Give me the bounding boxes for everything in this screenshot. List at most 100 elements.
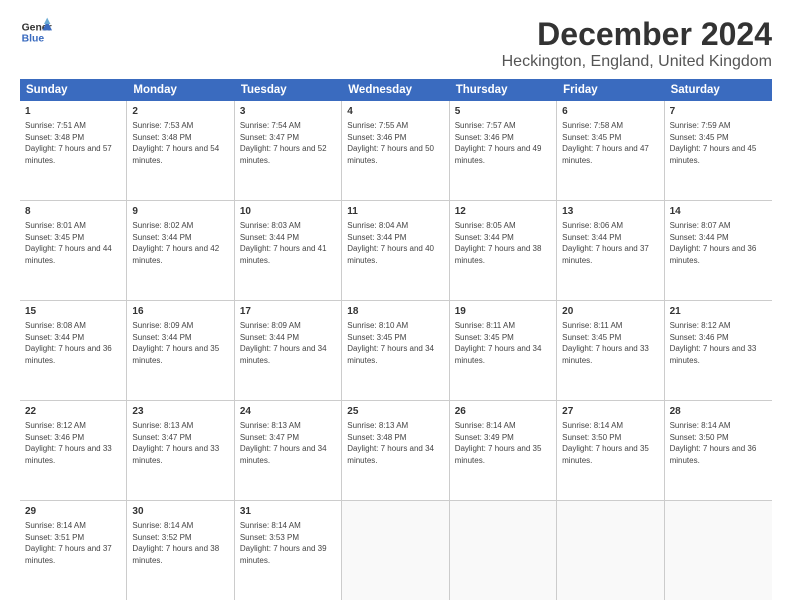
day-number: 28 [670,405,767,419]
day-number: 18 [347,305,443,319]
day-number: 16 [132,305,228,319]
cal-cell: 2Sunrise: 7:53 AMSunset: 3:48 PMDaylight… [127,101,234,200]
cal-cell: 24Sunrise: 8:13 AMSunset: 3:47 PMDayligh… [235,401,342,500]
day-info: Sunrise: 8:06 AMSunset: 3:44 PMDaylight:… [562,220,658,266]
cal-cell [342,501,449,600]
day-info: Sunrise: 7:59 AMSunset: 3:45 PMDaylight:… [670,120,767,166]
cal-cell: 12Sunrise: 8:05 AMSunset: 3:44 PMDayligh… [450,201,557,300]
day-number: 27 [562,405,658,419]
day-info: Sunrise: 8:14 AMSunset: 3:49 PMDaylight:… [455,420,551,466]
cal-header-day: Thursday [450,79,557,101]
day-number: 14 [670,205,767,219]
day-info: Sunrise: 8:14 AMSunset: 3:50 PMDaylight:… [670,420,767,466]
day-info: Sunrise: 7:55 AMSunset: 3:46 PMDaylight:… [347,120,443,166]
cal-cell: 29Sunrise: 8:14 AMSunset: 3:51 PMDayligh… [20,501,127,600]
day-number: 12 [455,205,551,219]
day-number: 5 [455,105,551,119]
day-number: 21 [670,305,767,319]
day-info: Sunrise: 8:14 AMSunset: 3:52 PMDaylight:… [132,520,228,566]
cal-cell: 14Sunrise: 8:07 AMSunset: 3:44 PMDayligh… [665,201,772,300]
day-number: 29 [25,505,121,519]
cal-header-day: Wednesday [342,79,449,101]
cal-cell [665,501,772,600]
day-number: 4 [347,105,443,119]
cal-header-day: Friday [557,79,664,101]
cal-cell: 15Sunrise: 8:08 AMSunset: 3:44 PMDayligh… [20,301,127,400]
cal-cell: 26Sunrise: 8:14 AMSunset: 3:49 PMDayligh… [450,401,557,500]
day-number: 1 [25,105,121,119]
logo: General Blue [20,16,52,48]
day-number: 30 [132,505,228,519]
day-number: 22 [25,405,121,419]
day-info: Sunrise: 8:05 AMSunset: 3:44 PMDaylight:… [455,220,551,266]
day-number: 3 [240,105,336,119]
calendar: SundayMondayTuesdayWednesdayThursdayFrid… [20,79,772,600]
cal-cell: 11Sunrise: 8:04 AMSunset: 3:44 PMDayligh… [342,201,449,300]
cal-cell: 28Sunrise: 8:14 AMSunset: 3:50 PMDayligh… [665,401,772,500]
day-number: 9 [132,205,228,219]
cal-cell: 22Sunrise: 8:12 AMSunset: 3:46 PMDayligh… [20,401,127,500]
day-info: Sunrise: 7:53 AMSunset: 3:48 PMDaylight:… [132,120,228,166]
cal-cell: 19Sunrise: 8:11 AMSunset: 3:45 PMDayligh… [450,301,557,400]
day-number: 11 [347,205,443,219]
cal-cell: 21Sunrise: 8:12 AMSunset: 3:46 PMDayligh… [665,301,772,400]
cal-cell: 25Sunrise: 8:13 AMSunset: 3:48 PMDayligh… [342,401,449,500]
cal-cell: 31Sunrise: 8:14 AMSunset: 3:53 PMDayligh… [235,501,342,600]
cal-cell: 18Sunrise: 8:10 AMSunset: 3:45 PMDayligh… [342,301,449,400]
svg-text:Blue: Blue [22,34,45,45]
day-info: Sunrise: 8:04 AMSunset: 3:44 PMDaylight:… [347,220,443,266]
cal-header-day: Tuesday [235,79,342,101]
cal-cell: 16Sunrise: 8:09 AMSunset: 3:44 PMDayligh… [127,301,234,400]
day-info: Sunrise: 8:13 AMSunset: 3:47 PMDaylight:… [132,420,228,466]
cal-week-row: 8Sunrise: 8:01 AMSunset: 3:45 PMDaylight… [20,201,772,301]
day-info: Sunrise: 8:07 AMSunset: 3:44 PMDaylight:… [670,220,767,266]
day-info: Sunrise: 8:08 AMSunset: 3:44 PMDaylight:… [25,320,121,366]
day-number: 2 [132,105,228,119]
cal-cell: 30Sunrise: 8:14 AMSunset: 3:52 PMDayligh… [127,501,234,600]
cal-week-row: 29Sunrise: 8:14 AMSunset: 3:51 PMDayligh… [20,501,772,600]
cal-cell: 7Sunrise: 7:59 AMSunset: 3:45 PMDaylight… [665,101,772,200]
day-info: Sunrise: 8:12 AMSunset: 3:46 PMDaylight:… [670,320,767,366]
day-info: Sunrise: 8:01 AMSunset: 3:45 PMDaylight:… [25,220,121,266]
day-info: Sunrise: 8:12 AMSunset: 3:46 PMDaylight:… [25,420,121,466]
day-info: Sunrise: 8:09 AMSunset: 3:44 PMDaylight:… [132,320,228,366]
calendar-body: 1Sunrise: 7:51 AMSunset: 3:48 PMDaylight… [20,101,772,600]
cal-cell: 17Sunrise: 8:09 AMSunset: 3:44 PMDayligh… [235,301,342,400]
cal-cell: 6Sunrise: 7:58 AMSunset: 3:45 PMDaylight… [557,101,664,200]
day-info: Sunrise: 8:02 AMSunset: 3:44 PMDaylight:… [132,220,228,266]
cal-header-day: Saturday [665,79,772,101]
day-number: 15 [25,305,121,319]
day-number: 24 [240,405,336,419]
page: General Blue December 2024 Heckington, E… [0,0,792,612]
day-info: Sunrise: 8:11 AMSunset: 3:45 PMDaylight:… [455,320,551,366]
cal-week-row: 15Sunrise: 8:08 AMSunset: 3:44 PMDayligh… [20,301,772,401]
cal-cell: 3Sunrise: 7:54 AMSunset: 3:47 PMDaylight… [235,101,342,200]
day-number: 10 [240,205,336,219]
day-number: 7 [670,105,767,119]
day-number: 25 [347,405,443,419]
day-info: Sunrise: 8:13 AMSunset: 3:47 PMDaylight:… [240,420,336,466]
cal-cell: 5Sunrise: 7:57 AMSunset: 3:46 PMDaylight… [450,101,557,200]
day-info: Sunrise: 8:13 AMSunset: 3:48 PMDaylight:… [347,420,443,466]
day-info: Sunrise: 7:51 AMSunset: 3:48 PMDaylight:… [25,120,121,166]
cal-cell: 1Sunrise: 7:51 AMSunset: 3:48 PMDaylight… [20,101,127,200]
cal-cell: 8Sunrise: 8:01 AMSunset: 3:45 PMDaylight… [20,201,127,300]
day-info: Sunrise: 8:03 AMSunset: 3:44 PMDaylight:… [240,220,336,266]
title-block: December 2024 Heckington, England, Unite… [502,16,772,71]
subtitle: Heckington, England, United Kingdom [502,53,772,71]
day-info: Sunrise: 7:58 AMSunset: 3:45 PMDaylight:… [562,120,658,166]
day-info: Sunrise: 8:10 AMSunset: 3:45 PMDaylight:… [347,320,443,366]
cal-cell: 10Sunrise: 8:03 AMSunset: 3:44 PMDayligh… [235,201,342,300]
day-number: 19 [455,305,551,319]
header: General Blue December 2024 Heckington, E… [20,16,772,71]
cal-cell: 23Sunrise: 8:13 AMSunset: 3:47 PMDayligh… [127,401,234,500]
cal-cell: 27Sunrise: 8:14 AMSunset: 3:50 PMDayligh… [557,401,664,500]
day-info: Sunrise: 7:54 AMSunset: 3:47 PMDaylight:… [240,120,336,166]
day-info: Sunrise: 8:14 AMSunset: 3:53 PMDaylight:… [240,520,336,566]
day-number: 13 [562,205,658,219]
cal-cell [450,501,557,600]
cal-cell: 9Sunrise: 8:02 AMSunset: 3:44 PMDaylight… [127,201,234,300]
cal-header-day: Sunday [20,79,127,101]
cal-week-row: 22Sunrise: 8:12 AMSunset: 3:46 PMDayligh… [20,401,772,501]
day-number: 31 [240,505,336,519]
